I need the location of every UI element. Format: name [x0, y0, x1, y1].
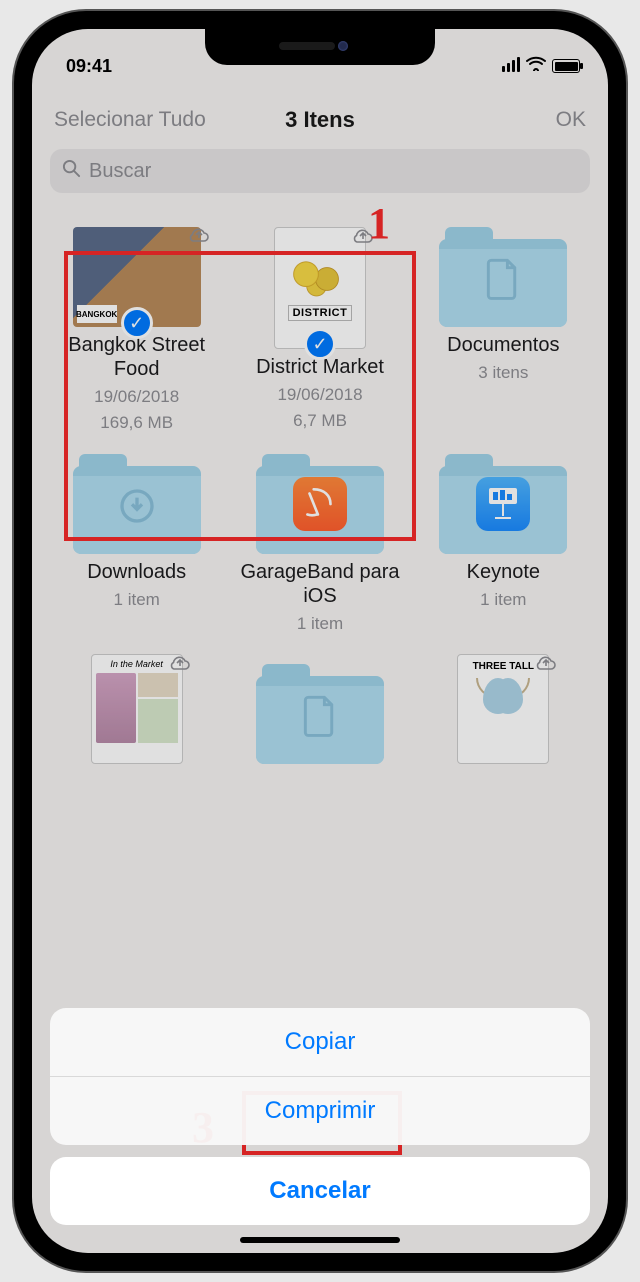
screen: 09:41 Selecionar Tudo 3 Itens OK	[32, 29, 608, 1253]
notch	[205, 29, 435, 65]
wifi-icon	[526, 56, 546, 76]
action-sheet: Copiar Comprimir Cancelar	[50, 1008, 590, 1225]
sheet-cancel-button[interactable]: Cancelar	[50, 1157, 590, 1225]
status-time: 09:41	[66, 56, 112, 77]
sheet-compress-button[interactable]: Comprimir	[50, 1077, 590, 1145]
sheet-copy-button[interactable]: Copiar	[50, 1008, 590, 1077]
battery-icon	[552, 59, 580, 73]
phone-frame: 09:41 Selecionar Tudo 3 Itens OK	[14, 11, 626, 1271]
home-indicator[interactable]	[240, 1237, 400, 1243]
signal-icon	[500, 56, 520, 77]
